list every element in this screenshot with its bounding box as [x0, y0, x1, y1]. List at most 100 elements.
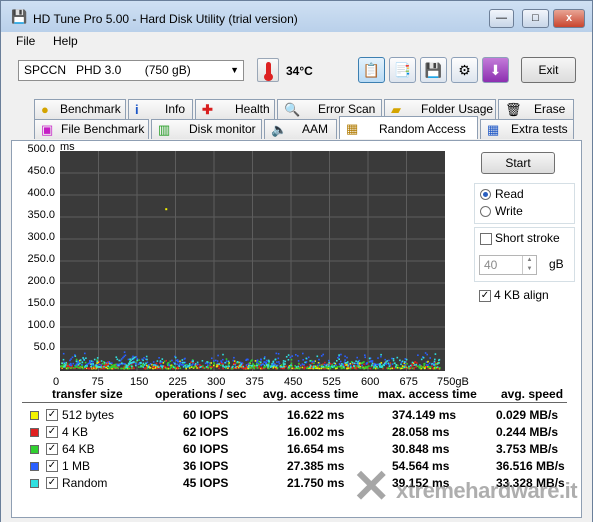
- tab-disk-monitor[interactable]: ▥ Disk monitor: [151, 119, 262, 139]
- stepper-arrows-icon[interactable]: ▲ ▼: [522, 256, 536, 274]
- data-point: [363, 361, 365, 363]
- data-point: [177, 360, 180, 363]
- tab-benchmark[interactable]: ● Benchmark: [34, 99, 126, 119]
- close-button[interactable]: x: [553, 9, 585, 28]
- y-tick-label: 350.0: [27, 209, 55, 221]
- outlier-point: [165, 208, 168, 211]
- data-point: [311, 361, 314, 363]
- data-point: [435, 362, 437, 365]
- data-point: [276, 367, 279, 369]
- data-point: [143, 364, 146, 366]
- data-point: [388, 359, 390, 362]
- start-button[interactable]: Start: [481, 152, 555, 174]
- data-point: [149, 363, 152, 365]
- data-point: [147, 366, 150, 368]
- data-point: [413, 364, 416, 366]
- data-point: [263, 366, 265, 368]
- max-access-value: 30.848 ms: [392, 442, 450, 456]
- data-point: [184, 357, 186, 360]
- data-point: [318, 364, 321, 367]
- data-point: [174, 356, 177, 359]
- data-point: [116, 358, 119, 361]
- series-checkbox[interactable]: ✓: [46, 477, 58, 489]
- data-point: [93, 358, 96, 361]
- data-point: [205, 366, 208, 368]
- data-point: [222, 364, 224, 367]
- read-radio[interactable]: [480, 189, 491, 200]
- data-point: [305, 357, 308, 360]
- data-point: [249, 364, 251, 367]
- data-point: [298, 367, 300, 369]
- data-point: [70, 358, 72, 360]
- data-point: [123, 351, 126, 353]
- data-point: [118, 359, 120, 362]
- data-point: [338, 363, 341, 365]
- options-button[interactable]: ⚙: [451, 57, 478, 83]
- data-point: [349, 364, 352, 367]
- data-point: [299, 364, 302, 367]
- drive-select-value: SPCCN PHD 3.0 (750 gB): [24, 63, 191, 77]
- data-point: [438, 362, 440, 364]
- data-point: [171, 359, 173, 362]
- maximize-button[interactable]: □: [522, 9, 549, 28]
- data-point: [136, 358, 139, 360]
- data-point: [234, 366, 237, 368]
- tab-file-benchmark[interactable]: ▣ File Benchmark: [34, 119, 149, 139]
- menu-file[interactable]: File: [16, 34, 35, 48]
- data-point: [327, 367, 330, 370]
- tab-health[interactable]: ✚ Health: [195, 99, 275, 119]
- minimize-button[interactable]: —: [489, 9, 514, 28]
- data-point: [240, 363, 242, 365]
- data-point: [227, 363, 230, 366]
- data-point: [82, 367, 84, 370]
- data-point: [436, 366, 439, 368]
- data-point: [264, 361, 266, 363]
- tab-aam[interactable]: 🔈 AAM: [264, 119, 337, 139]
- data-point: [397, 364, 399, 367]
- short-stroke-size-value: 40: [484, 258, 498, 272]
- tab-random-access[interactable]: ▦ Random Access: [339, 116, 478, 139]
- data-point: [217, 365, 220, 367]
- data-point: [301, 366, 304, 369]
- data-point: [218, 367, 220, 370]
- save-button[interactable]: 💾: [420, 57, 447, 83]
- data-point: [121, 367, 124, 370]
- data-point: [425, 361, 428, 363]
- data-point: [344, 359, 346, 361]
- data-point: [291, 355, 294, 357]
- write-radio[interactable]: [480, 206, 491, 217]
- data-point: [153, 366, 155, 369]
- exit-button[interactable]: Exit: [521, 57, 576, 83]
- data-point: [309, 360, 311, 362]
- copy-info-button[interactable]: 📋: [358, 57, 385, 83]
- tab-extra-tests[interactable]: ▦ Extra tests: [480, 119, 574, 139]
- series-checkbox[interactable]: ✓: [46, 460, 58, 472]
- data-point: [181, 359, 184, 361]
- copy-screenshot-button[interactable]: 📑: [389, 57, 416, 83]
- tab-info[interactable]: i Info: [128, 99, 193, 119]
- short-stroke-size-stepper[interactable]: 40 ▲ ▼: [479, 255, 537, 275]
- download-button[interactable]: ⬇: [482, 57, 509, 83]
- data-point: [165, 367, 168, 370]
- y-tick-label: 150.0: [27, 297, 55, 309]
- drive-select[interactable]: SPCCN PHD 3.0 (750 gB) ▼: [18, 60, 244, 81]
- align-checkbox[interactable]: ✓: [479, 290, 491, 302]
- series-checkbox[interactable]: ✓: [46, 409, 58, 421]
- tab-erase[interactable]: 🗑 Erase: [498, 99, 574, 119]
- erase-icon: 🗑: [505, 102, 522, 117]
- data-point: [209, 366, 211, 368]
- data-point: [410, 364, 412, 367]
- data-point: [159, 367, 161, 370]
- data-point: [419, 367, 421, 369]
- data-point: [345, 364, 348, 366]
- series-checkbox[interactable]: ✓: [46, 426, 58, 438]
- data-point: [232, 359, 235, 362]
- series-checkbox[interactable]: ✓: [46, 443, 58, 455]
- menu-help[interactable]: Help: [53, 34, 78, 48]
- data-point: [434, 353, 437, 355]
- data-point: [180, 364, 183, 366]
- data-point: [305, 361, 308, 363]
- access-time-chart: [60, 151, 445, 371]
- short-stroke-checkbox[interactable]: [480, 233, 492, 245]
- data-point: [404, 364, 406, 366]
